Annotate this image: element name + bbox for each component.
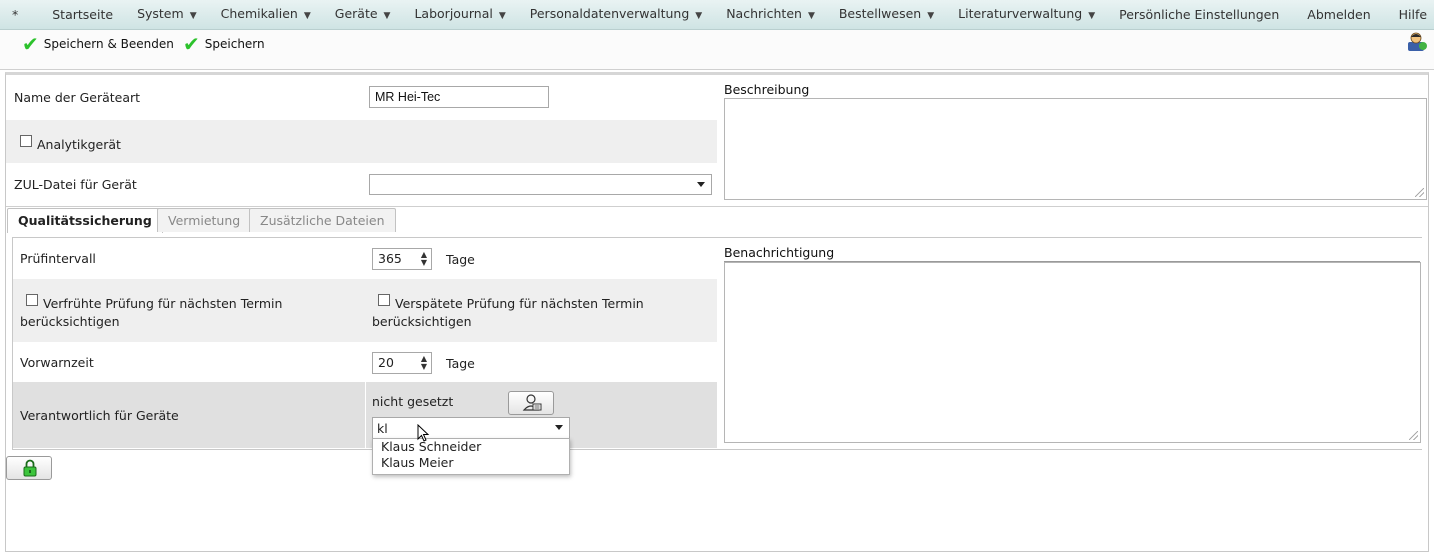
chevron-down-icon: ▼ xyxy=(1088,10,1096,21)
chevron-down-icon: ▼ xyxy=(927,10,935,21)
verantwortlich-label: Verantwortlich für Geräte xyxy=(20,408,179,423)
person-combobox[interactable]: kl xyxy=(372,417,570,439)
save-and-close-button[interactable]: ✔ Speichern & Beenden xyxy=(22,34,174,54)
chevron-down-icon: ▼ xyxy=(189,10,197,21)
pruefintervall-value: 365 xyxy=(378,251,402,266)
verfrueht-label-2: berücksichtigen xyxy=(20,314,120,329)
verantwortlich-value: nicht gesetzt xyxy=(372,394,454,409)
pruefintervall-spinner[interactable]: 365 ▲ ▼ xyxy=(372,248,432,270)
menu-item-literaturverwaltung[interactable]: Literaturverwaltung ▼ xyxy=(946,0,1107,31)
menu-item-star[interactable]: * xyxy=(0,0,30,30)
vorwarnzeit-label: Vorwarnzeit xyxy=(20,355,94,370)
mouse-cursor-icon xyxy=(417,424,430,442)
chevron-down-icon: ▼ xyxy=(498,10,506,21)
person-card-icon xyxy=(522,394,542,411)
vorwarnzeit-unit: Tage xyxy=(446,356,475,371)
verfrueht-checkbox[interactable] xyxy=(26,294,38,306)
pruefintervall-label: Prüfintervall xyxy=(20,251,96,266)
save-button[interactable]: ✔ Speichern xyxy=(183,34,265,54)
menu-item-nachrichten[interactable]: Nachrichten ▼ xyxy=(714,0,827,31)
chevron-down-icon xyxy=(697,182,705,187)
checkmark-icon: ✔ xyxy=(183,32,200,56)
verspaetet-checkbox[interactable] xyxy=(378,294,390,306)
beschreibung-label: Beschreibung xyxy=(724,82,810,97)
dropdown-option[interactable]: Klaus Schneider xyxy=(373,439,569,455)
toolbar: ✔ Speichern & Beenden ✔ Speichern xyxy=(0,30,1434,70)
analytik-label: Analytikgerät xyxy=(37,137,121,152)
pruefintervall-unit: Tage xyxy=(446,252,475,267)
beschreibung-textarea[interactable] xyxy=(724,98,1427,200)
menu-item-persoenliche-einstellungen[interactable]: Persönliche Einstellungen xyxy=(1107,0,1291,30)
chevron-down-icon: ▼ xyxy=(695,10,703,21)
vorwarnzeit-spinner[interactable]: 20 ▲ ▼ xyxy=(372,352,432,374)
verspaetet-label-2: berücksichtigen xyxy=(372,314,472,329)
chevron-down-icon xyxy=(555,425,563,430)
analytik-checkbox[interactable] xyxy=(20,135,32,147)
person-combobox-text: kl xyxy=(377,421,388,436)
person-dropdown-list: Klaus Schneider Klaus Meier xyxy=(372,438,570,475)
chevron-down-icon: ▼ xyxy=(807,10,815,21)
chevron-down-icon: ▼ xyxy=(303,10,311,21)
save-and-close-label: Speichern & Beenden xyxy=(43,37,174,51)
lock-icon xyxy=(23,459,37,477)
user-settings-icon[interactable] xyxy=(1406,31,1428,53)
checkmark-icon: ✔ xyxy=(22,32,39,56)
name-input[interactable] xyxy=(369,86,549,108)
updown-arrows-icon[interactable]: ▲ ▼ xyxy=(421,355,427,371)
verspaetet-label-1: Verspätete Prüfung für nächsten Termin xyxy=(395,296,644,311)
verfrueht-label-1: Verfrühte Prüfung für nächsten Termin xyxy=(43,296,283,311)
menu-item-laborjournal[interactable]: Laborjournal ▼ xyxy=(402,0,517,31)
name-label: Name der Geräteart xyxy=(14,90,141,105)
lock-button[interactable] xyxy=(6,456,52,480)
menu-item-abmelden[interactable]: Abmelden xyxy=(1291,0,1382,30)
menu-item-personaldatenverwaltung[interactable]: Personaldatenverwaltung ▼ xyxy=(518,0,714,31)
zul-select[interactable] xyxy=(369,174,712,195)
tab-qualitaetssicherung[interactable]: Qualitätssicherung xyxy=(7,208,163,233)
dropdown-option[interactable]: Klaus Meier xyxy=(373,455,569,471)
menu-item-system[interactable]: System ▼ xyxy=(125,0,209,31)
updown-arrows-icon[interactable]: ▲ ▼ xyxy=(421,251,427,267)
zul-label: ZUL-Datei für Gerät xyxy=(14,177,137,192)
vorwarnzeit-value: 20 xyxy=(378,355,394,370)
tab-zusaetzliche-dateien[interactable]: Zusätzliche Dateien xyxy=(249,208,396,232)
tab-divider xyxy=(6,206,1428,207)
resize-handle-icon[interactable] xyxy=(1409,431,1418,440)
menu-item-bestellwesen[interactable]: Bestellwesen ▼ xyxy=(827,0,946,31)
menu-item-startseite[interactable]: Startseite xyxy=(30,0,125,30)
tab-vermietung[interactable]: Vermietung xyxy=(157,208,252,232)
save-label: Speichern xyxy=(204,37,265,51)
menu-item-hilfe[interactable]: Hilfe xyxy=(1383,0,1434,30)
resize-handle-icon[interactable] xyxy=(1415,188,1424,197)
menu-item-chemikalien[interactable]: Chemikalien ▼ xyxy=(209,0,323,31)
benachrichtigung-textarea[interactable] xyxy=(724,262,1421,443)
chevron-down-icon: ▼ xyxy=(383,10,391,21)
main-menu-bar: * Startseite System ▼ Chemikalien ▼ Geräte… xyxy=(0,0,1434,30)
select-person-button[interactable] xyxy=(508,391,554,415)
menu-item-geraete[interactable]: Geräte ▼ xyxy=(323,0,403,31)
benachrichtigung-label: Benachrichtigung xyxy=(724,245,835,260)
